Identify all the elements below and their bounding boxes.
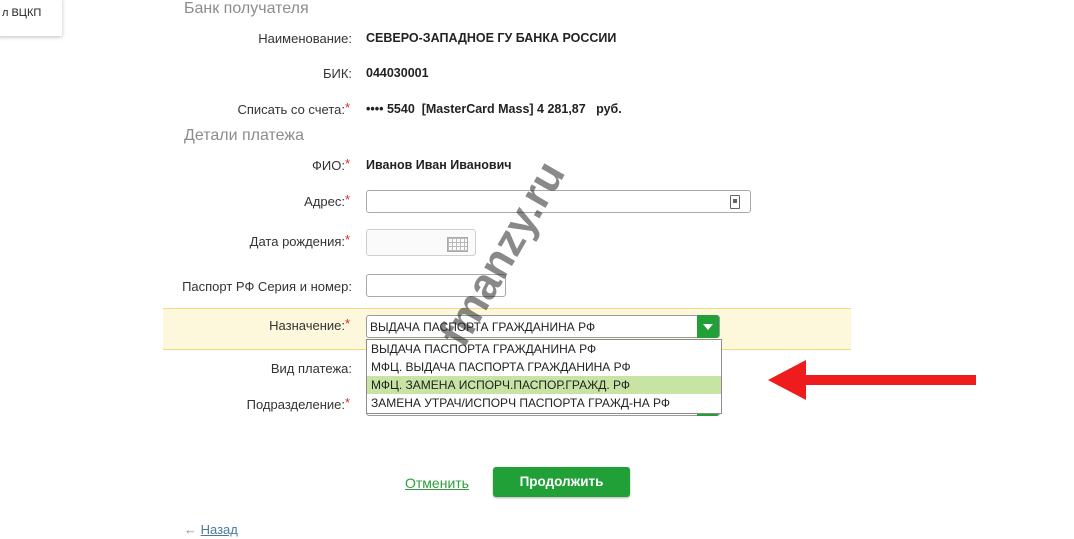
calendar-icon[interactable] bbox=[447, 237, 468, 252]
chevron-down-icon[interactable] bbox=[697, 315, 719, 338]
cancel-link[interactable]: Отменить bbox=[405, 475, 469, 491]
purpose-dropdown-list: ВЫДАЧА ПАСПОРТА ГРАЖДАНИНА РФ МФЦ. ВЫДАЧ… bbox=[366, 339, 722, 414]
bank-name-label: Наименование: bbox=[258, 31, 352, 46]
address-label: Адрес: bbox=[304, 194, 345, 209]
bank-name-value: СЕВЕРО-ЗАПАДНОЕ ГУ БАНКА РОССИИ bbox=[366, 31, 617, 45]
birthdate-required-mark: * bbox=[345, 232, 351, 247]
division-required-mark: * bbox=[345, 395, 351, 410]
passport-label: Паспорт РФ Серия и номер: bbox=[182, 279, 352, 294]
address-required-mark: * bbox=[345, 192, 351, 207]
birthdate-input[interactable] bbox=[366, 229, 476, 256]
purpose-required-mark: * bbox=[345, 316, 351, 331]
back-nav[interactable]: ← Назад bbox=[184, 522, 238, 537]
account-value[interactable]: •••• 5540 [MasterCard Mass] 4 281,87 руб… bbox=[366, 102, 622, 116]
fio-required-mark: * bbox=[345, 156, 351, 171]
account-required-mark: * bbox=[345, 100, 351, 115]
purpose-option-highlighted[interactable]: МФЦ. ЗАМЕНА ИСПОРЧ.ПАСПОР.ГРАЖД. РФ bbox=[367, 376, 721, 394]
purpose-label: Назначение: bbox=[269, 318, 345, 333]
account-label: Списать со счета: bbox=[237, 102, 345, 117]
division-label: Подразделение: bbox=[246, 397, 345, 412]
purpose-select[interactable]: ВЫДАЧА ПАСПОРТА ГРАЖДАНИНА РФ bbox=[366, 315, 720, 338]
payment-section-title: Детали платежа bbox=[184, 127, 304, 144]
address-book-icon[interactable] bbox=[730, 195, 740, 209]
birthdate-label: Дата рождения: bbox=[249, 234, 345, 249]
purpose-option[interactable]: ЗАМЕНА УТРАЧ/ИСПОРЧ ПАСПОРТА ГРАЖД-НА РФ bbox=[367, 394, 721, 412]
purpose-option[interactable]: МФЦ. ВЫДАЧА ПАСПОРТА ГРАЖДАНИНА РФ bbox=[367, 358, 721, 376]
red-arrow-annotation-icon bbox=[768, 360, 976, 400]
side-card-label: л ВЦКП bbox=[2, 7, 42, 19]
fio-value: Иванов Иван Иванович bbox=[366, 158, 512, 172]
bik-value: 044030001 bbox=[366, 66, 429, 80]
back-arrow-icon: ← bbox=[184, 522, 197, 537]
bik-label: БИК: bbox=[322, 66, 352, 81]
continue-button[interactable]: Продолжить bbox=[493, 467, 630, 497]
bank-section-title: Банк получателя bbox=[184, 0, 309, 17]
purpose-option[interactable]: ВЫДАЧА ПАСПОРТА ГРАЖДАНИНА РФ bbox=[367, 340, 721, 358]
back-link[interactable]: Назад bbox=[201, 522, 238, 537]
fio-label: ФИО: bbox=[312, 158, 345, 173]
payment-type-label: Вид платежа: bbox=[270, 361, 352, 376]
